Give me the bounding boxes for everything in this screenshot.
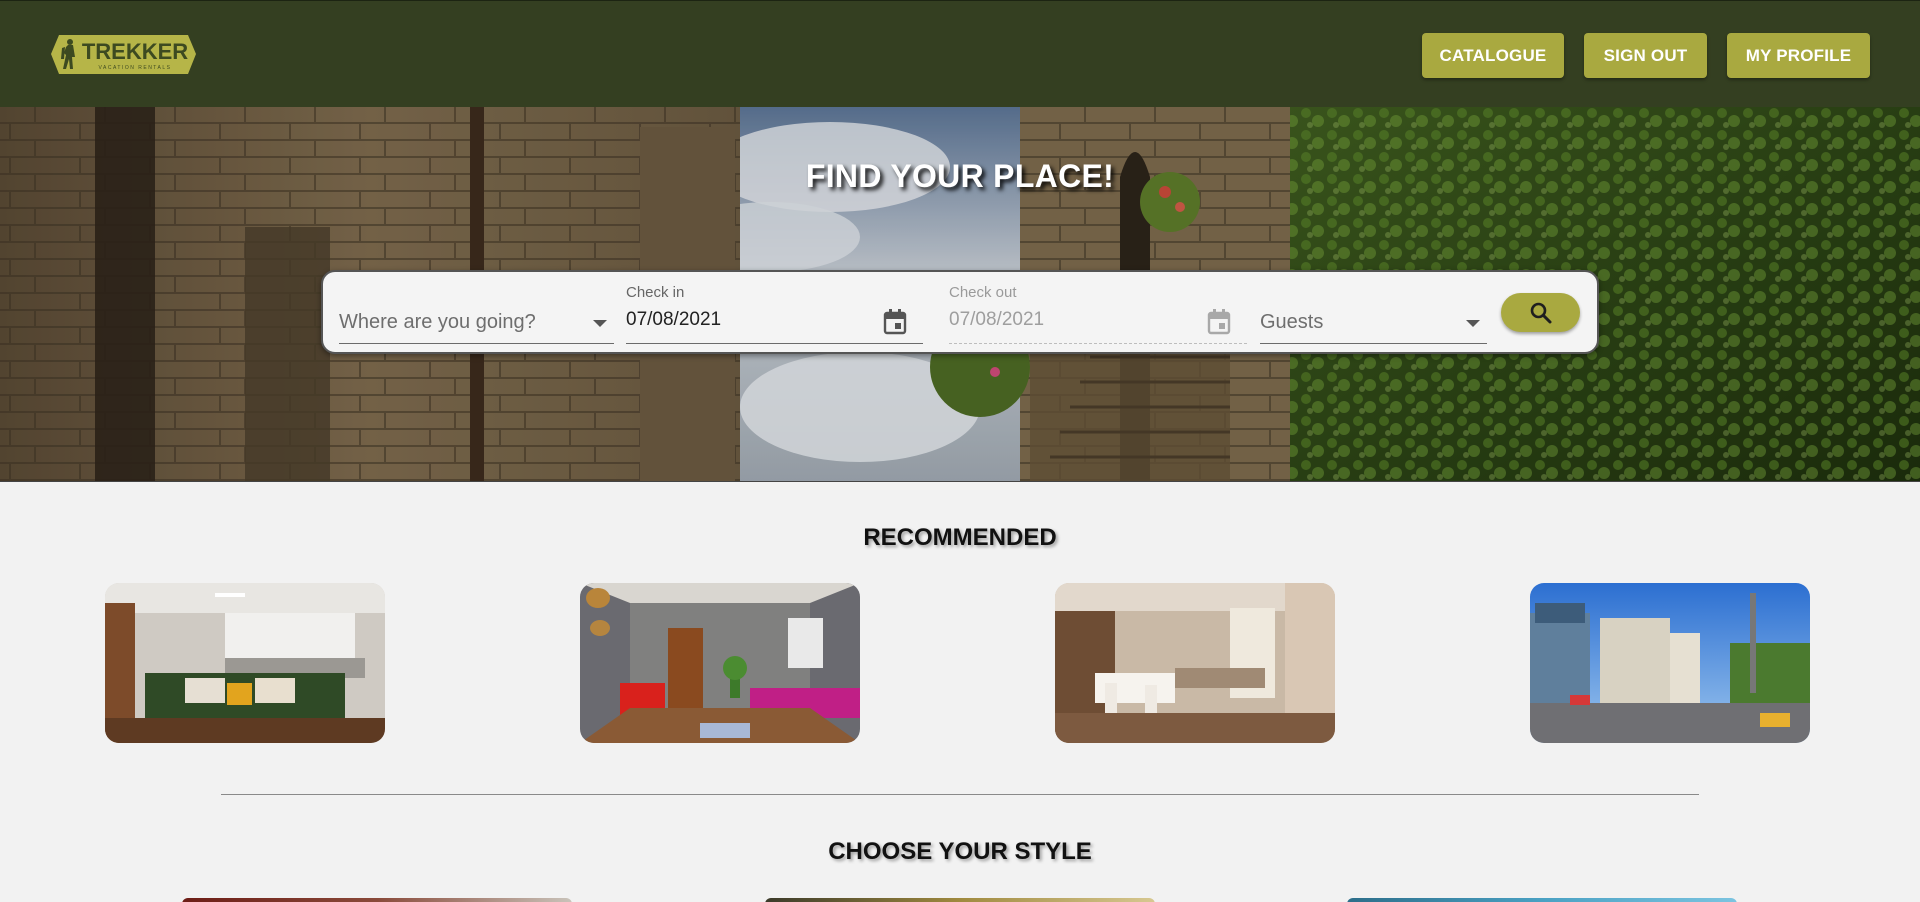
check-in-underline — [626, 343, 923, 344]
brand-tagline: VACATION RENTALS — [99, 65, 172, 71]
property-photo-city-street — [1530, 583, 1810, 743]
catalogue-button[interactable]: CATALOGUE — [1422, 33, 1564, 78]
search-button[interactable] — [1501, 293, 1580, 332]
recommended-card[interactable] — [580, 583, 860, 743]
check-out-underline — [949, 343, 1247, 344]
search-icon — [1530, 302, 1551, 323]
check-out-label: Check out — [949, 284, 1017, 301]
recommended-heading: RECOMMENDED — [863, 524, 1057, 551]
calendar-icon[interactable] — [883, 309, 907, 335]
section-divider — [221, 794, 1699, 795]
recommended-card[interactable] — [1530, 583, 1810, 743]
check-in-value: 07/08/2021 — [626, 309, 722, 330]
search-panel: Where are you going? Check in 07/08/2021… — [321, 270, 1599, 354]
recommended-card[interactable] — [105, 583, 385, 743]
brand-name: TREKKER — [82, 39, 188, 64]
guests-underline — [1260, 343, 1487, 344]
choose-style-heading: CHOOSE YOUR STYLE — [828, 838, 1092, 865]
guests-placeholder: Guests — [1260, 311, 1324, 333]
hero-banner: FIND YOUR PLACE! Where are you going? Ch… — [0, 107, 1920, 482]
check-out-value: 07/08/2021 — [949, 309, 1045, 330]
check-in-label: Check in — [626, 284, 685, 301]
calendar-icon[interactable] — [1207, 309, 1231, 335]
style-card[interactable] — [182, 898, 572, 902]
chevron-down-icon — [593, 320, 607, 327]
property-photo-living-kitchen — [105, 583, 385, 743]
destination-placeholder: Where are you going? — [339, 311, 536, 333]
style-card[interactable] — [765, 898, 1155, 902]
style-card[interactable] — [1347, 898, 1737, 902]
sign-out-button[interactable]: SIGN OUT — [1584, 33, 1707, 78]
guests-select[interactable]: Guests — [1260, 272, 1487, 356]
destination-underline — [339, 343, 614, 344]
property-photo-pink-sofa-room — [580, 583, 860, 743]
recommended-card[interactable] — [1055, 583, 1335, 743]
check-out-field[interactable]: Check out 07/08/2021 — [949, 272, 1247, 356]
my-profile-button[interactable]: MY PROFILE — [1727, 33, 1870, 78]
top-navbar: TREKKER VACATION RENTALS CATALOGUE SIGN … — [0, 0, 1920, 107]
property-photo-dining-lounge — [1055, 583, 1335, 743]
trekker-logo[interactable]: TREKKER VACATION RENTALS — [51, 29, 196, 80]
chevron-down-icon — [1466, 320, 1480, 327]
destination-select[interactable]: Where are you going? — [339, 272, 614, 356]
check-in-field[interactable]: Check in 07/08/2021 — [626, 272, 923, 356]
hero-title: FIND YOUR PLACE! — [805, 158, 1115, 194]
